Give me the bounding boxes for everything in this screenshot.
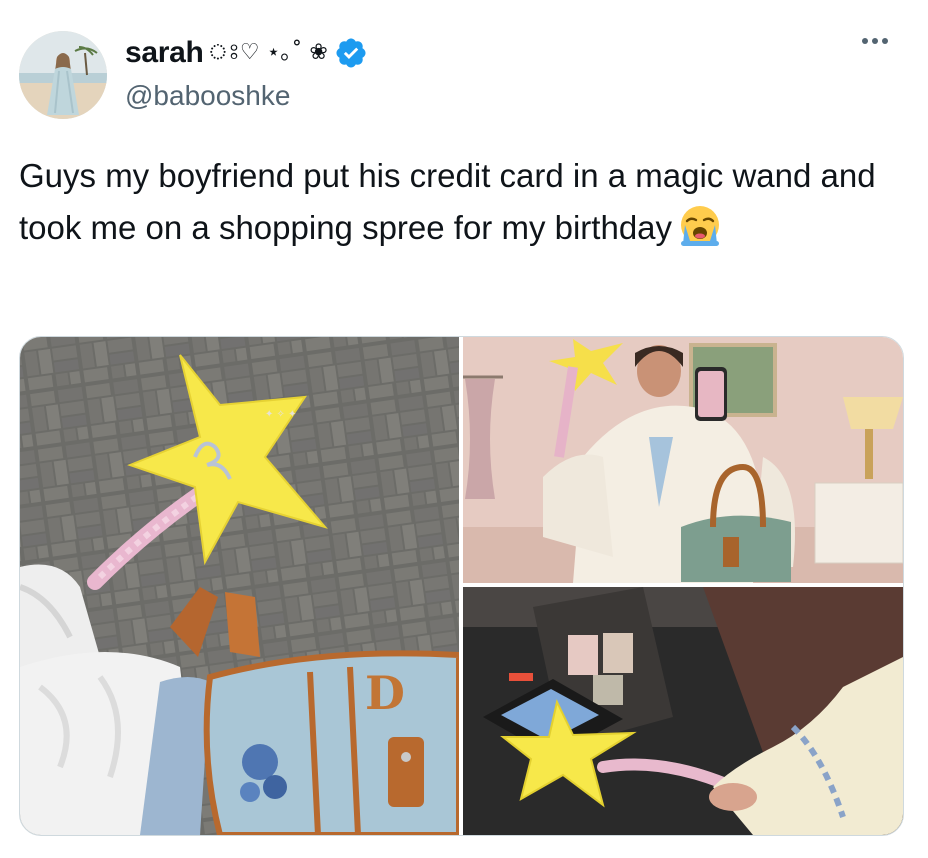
- photo-mirror-selfie-bedroom[interactable]: [463, 337, 903, 583]
- photo-2-image: [463, 337, 903, 583]
- author-name-row[interactable]: sarah ঃ♡ ⋆｡˚ ❀: [125, 33, 368, 73]
- verified-badge-icon[interactable]: [334, 36, 368, 70]
- svg-text:✦ ✧ ✦: ✦ ✧ ✦: [265, 409, 297, 420]
- photo-3-image: [463, 587, 903, 835]
- photo-1-image: ✦ ✧ ✦ D: [20, 337, 459, 835]
- name-decorations: ঃ♡ ⋆｡˚ ❀: [207, 40, 328, 65]
- author-handle[interactable]: @babooshke: [125, 80, 290, 112]
- author-display-name[interactable]: sarah: [125, 36, 204, 70]
- svg-text:D: D: [365, 666, 405, 720]
- loudly-crying-face-emoji: [681, 206, 720, 246]
- photo-star-wand-and-handbag[interactable]: ✦ ✧ ✦ D: [20, 337, 459, 835]
- media-grid: ✦ ✧ ✦ D: [19, 336, 904, 836]
- tweet-body: Guys my boyfriend put his credit card in…: [19, 157, 876, 246]
- tweet-text: Guys my boyfriend put his credit card in…: [19, 150, 899, 254]
- more-options-icon[interactable]: [862, 38, 888, 44]
- photo-wand-card-reader-checkout[interactable]: [463, 587, 903, 835]
- avatar-image: [19, 31, 107, 119]
- profile-avatar[interactable]: [19, 31, 107, 119]
